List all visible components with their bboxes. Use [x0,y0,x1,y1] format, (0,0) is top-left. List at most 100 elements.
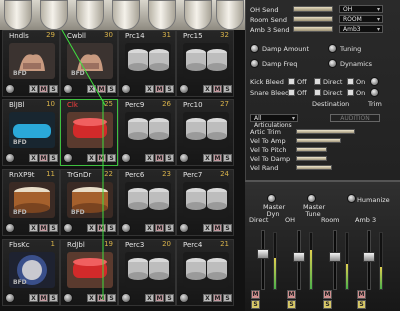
solo-button[interactable]: S [223,154,232,162]
solo-button[interactable]: S [107,294,116,302]
solo-button[interactable]: S [165,294,174,302]
kit-slot[interactable]: Prc10 27 X M S [176,99,234,166]
clear-slot-button[interactable]: X [29,85,38,93]
slot-volume-knob[interactable] [63,293,73,303]
solo-button[interactable]: S [223,85,232,93]
snare-bleed-direct-checkbox[interactable] [314,89,321,96]
slot-volume-knob[interactable] [121,153,131,163]
slot-volume-knob[interactable] [179,84,189,94]
mute-button[interactable]: M [97,154,106,162]
clear-slot-button[interactable]: X [145,294,154,302]
snare-bleed-trim-knob[interactable] [370,88,379,97]
slot-volume-knob[interactable] [63,153,73,163]
mute-button[interactable]: M [97,294,106,302]
mute-button[interactable]: M [155,294,164,302]
kit-slot[interactable]: Perc3 20 X M S [118,239,176,306]
solo-button[interactable]: S [165,224,174,232]
clear-slot-button[interactable]: X [145,224,154,232]
solo-button[interactable]: S [223,224,232,232]
clear-slot-button[interactable]: X [203,85,212,93]
channel-solo-button[interactable]: S [287,300,296,309]
kit-slot[interactable]: RdJbl 19 X M S [60,239,118,306]
kit-slot[interactable]: BlJBl 10 BFD X M S [2,99,60,166]
channel-fader[interactable] [257,230,269,290]
kit-slot[interactable]: TrGnDr 22 BFD X M S [60,169,118,236]
slot-volume-knob[interactable] [5,223,15,233]
kick-bleed-off-checkbox[interactable] [288,78,295,85]
mute-button[interactable]: M [39,224,48,232]
param-slider[interactable] [296,138,341,143]
articulation-select[interactable]: All Articulations [250,114,298,129]
mute-button[interactable]: M [213,154,222,162]
clear-slot-button[interactable]: X [145,154,154,162]
kit-slot[interactable]: RnXP9t 11 BFD X M S [2,169,60,236]
clear-slot-button[interactable]: X [29,224,38,232]
kit-slot[interactable]: Hndls 29 BFD X M S [2,30,60,97]
clear-slot-button[interactable]: X [29,154,38,162]
solo-button[interactable]: S [49,224,58,232]
channel-solo-button[interactable]: S [251,300,260,309]
master-dyn-knob[interactable] [267,194,276,203]
mute-button[interactable]: M [97,85,106,93]
solo-button[interactable]: S [49,85,58,93]
clear-slot-button[interactable]: X [87,85,96,93]
slot-volume-knob[interactable] [63,84,73,94]
clear-slot-button[interactable]: X [203,224,212,232]
slot-volume-knob[interactable] [179,223,189,233]
param-slider[interactable] [296,156,327,161]
slot-volume-knob[interactable] [121,293,131,303]
clear-slot-button[interactable]: X [203,154,212,162]
snare-bleed-off-checkbox[interactable] [288,89,295,96]
master-tune-knob[interactable] [307,194,316,203]
channel-mute-button[interactable]: M [287,290,296,299]
tuning-knob[interactable] [328,44,337,53]
amb3-send-slider[interactable] [293,26,333,32]
mute-button[interactable]: M [213,294,222,302]
mute-button[interactable]: M [39,294,48,302]
channel-solo-button[interactable]: S [357,300,366,309]
solo-button[interactable]: S [165,154,174,162]
solo-button[interactable]: S [107,154,116,162]
solo-button[interactable]: S [223,294,232,302]
mute-button[interactable]: M [39,85,48,93]
slot-volume-knob[interactable] [121,84,131,94]
mute-button[interactable]: M [213,85,222,93]
slot-volume-knob[interactable] [5,293,15,303]
kick-bleed-direct-checkbox[interactable] [314,78,321,85]
clear-slot-button[interactable]: X [87,154,96,162]
kick-bleed-on-checkbox[interactable] [347,78,354,85]
solo-button[interactable]: S [165,85,174,93]
dynamics-knob[interactable] [328,59,337,68]
solo-button[interactable]: S [49,294,58,302]
clear-slot-button[interactable]: X [203,294,212,302]
snare-bleed-on-checkbox[interactable] [347,89,354,96]
slot-volume-knob[interactable] [179,293,189,303]
mute-button[interactable]: M [155,85,164,93]
slot-volume-knob[interactable] [5,84,15,94]
slot-volume-knob[interactable] [179,153,189,163]
param-slider[interactable] [296,147,327,152]
slot-volume-knob[interactable] [5,153,15,163]
kick-bleed-trim-knob[interactable] [370,77,379,86]
kit-slot[interactable]: Prc15 32 X M S [176,30,234,97]
slot-volume-knob[interactable] [63,223,73,233]
param-slider[interactable] [296,129,355,134]
solo-button[interactable]: S [107,85,116,93]
param-slider[interactable] [296,165,332,170]
solo-button[interactable]: S [107,224,116,232]
kit-slot[interactable]: Perc9 26 X M S [118,99,176,166]
room-send-destination[interactable]: ROOM [339,15,383,23]
damp-freq-knob[interactable] [250,59,259,68]
oh-send-slider[interactable] [293,6,333,12]
humanize-knob[interactable] [347,194,356,203]
clear-slot-button[interactable]: X [29,294,38,302]
room-send-slider[interactable] [293,16,333,22]
clear-slot-button[interactable]: X [87,224,96,232]
channel-fader[interactable] [329,230,341,290]
mute-button[interactable]: M [155,154,164,162]
oh-send-destination[interactable]: OH [339,5,383,13]
channel-mute-button[interactable]: M [251,290,260,299]
kit-slot[interactable]: FbsKc 1 BFD X M S [2,239,60,306]
amb3-send-destination[interactable]: Amb3 [339,25,383,33]
clear-slot-button[interactable]: X [145,85,154,93]
